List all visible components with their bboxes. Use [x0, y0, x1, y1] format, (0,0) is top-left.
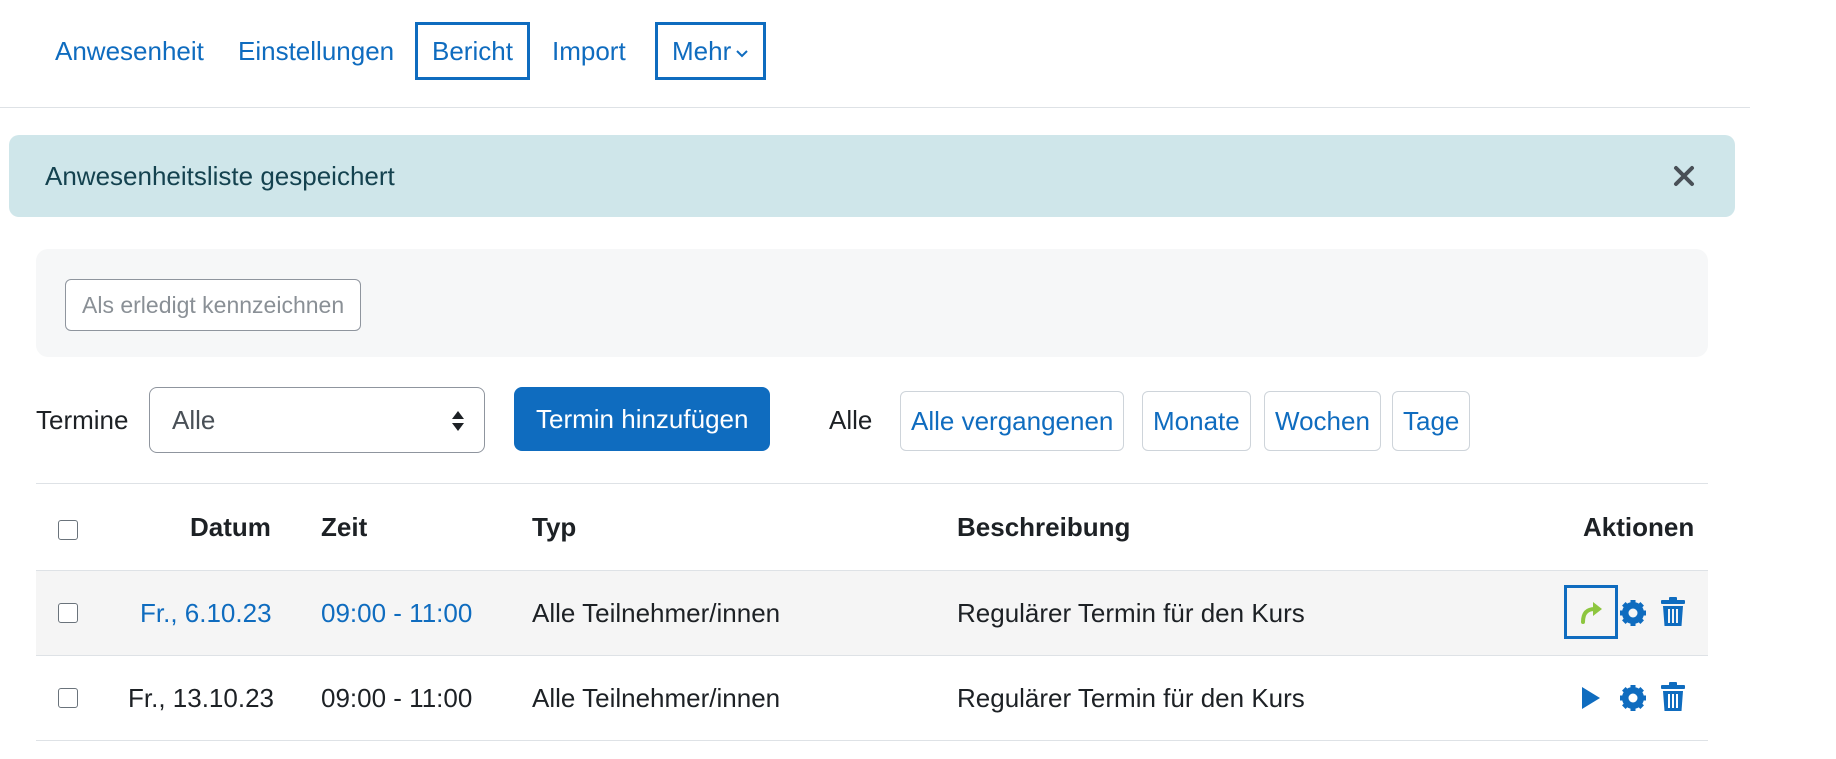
session-date: Fr., 13.10.23 — [128, 683, 274, 713]
table-row: Fr., 6.10.23 09:00 - 11:00 Alle Teilnehm… — [36, 571, 1708, 656]
sessions-filter-label: Termine — [36, 405, 129, 435]
column-typ: Typ — [532, 512, 577, 542]
bulk-actions-bar: Als erledigt kennzeichnen — [36, 249, 1708, 357]
view-weeks-button[interactable]: Wochen — [1264, 391, 1381, 451]
session-description: Regulärer Termin für den Kurs — [957, 683, 1305, 713]
secondary-navigation: Anwesenheit Einstellungen Bericht Import… — [0, 0, 1750, 108]
gear-icon[interactable] — [1619, 683, 1647, 713]
column-beschreibung: Beschreibung — [957, 512, 1131, 542]
sessions-filter-select[interactable]: Alle — [149, 387, 485, 453]
tab-mehr-label: Mehr — [672, 36, 732, 66]
chevron-down-icon — [736, 50, 748, 58]
session-type: Alle Teilnehmer/innen — [532, 683, 781, 713]
trash-icon[interactable] — [1659, 597, 1687, 627]
table-header: Datum Zeit Typ Beschreibung Aktionen — [36, 483, 1708, 572]
select-all-checkbox[interactable] — [58, 520, 78, 540]
close-icon[interactable] — [1669, 161, 1699, 191]
gear-icon[interactable] — [1619, 598, 1647, 628]
success-alert: Anwesenheitsliste gespeichert — [9, 135, 1735, 217]
row-checkbox[interactable] — [58, 688, 78, 708]
sort-arrows-icon — [452, 411, 464, 431]
view-months-button[interactable]: Monate — [1142, 391, 1251, 451]
session-type: Alle Teilnehmer/innen — [532, 598, 781, 628]
tab-anwesenheit[interactable]: Anwesenheit — [55, 22, 204, 80]
tab-bericht[interactable]: Bericht — [415, 22, 530, 80]
tab-mehr[interactable]: Mehr — [655, 22, 767, 80]
mark-done-button[interactable]: Als erledigt kennzeichnen — [65, 279, 362, 331]
trash-icon[interactable] — [1659, 682, 1687, 712]
tab-import[interactable]: Import — [552, 22, 626, 80]
view-past-button[interactable]: Alle vergangenen — [900, 391, 1125, 451]
select-value: Alle — [172, 405, 216, 435]
redo-arrow-icon — [1581, 602, 1602, 624]
column-aktionen: Aktionen — [1583, 512, 1695, 542]
take-attendance-button[interactable] — [1564, 585, 1618, 639]
play-icon[interactable] — [1576, 683, 1604, 713]
add-session-button[interactable]: Termin hinzufügen — [514, 387, 771, 451]
column-zeit: Zeit — [321, 512, 368, 542]
view-days-button[interactable]: Tage — [1392, 391, 1471, 451]
table-row: Fr., 13.10.23 09:00 - 11:00 Alle Teilneh… — [36, 656, 1708, 741]
session-time-link[interactable]: 09:00 - 11:00 — [321, 571, 472, 655]
session-date-link[interactable]: Fr., 6.10.23 — [140, 571, 272, 655]
row-checkbox[interactable] — [58, 603, 78, 623]
column-datum: Datum — [190, 512, 271, 542]
session-description: Regulärer Termin für den Kurs — [957, 598, 1305, 628]
tab-einstellungen[interactable]: Einstellungen — [238, 22, 394, 80]
view-all-label: Alle — [829, 405, 873, 435]
session-time: 09:00 - 11:00 — [321, 683, 473, 713]
alert-message: Anwesenheitsliste gespeichert — [45, 161, 395, 191]
